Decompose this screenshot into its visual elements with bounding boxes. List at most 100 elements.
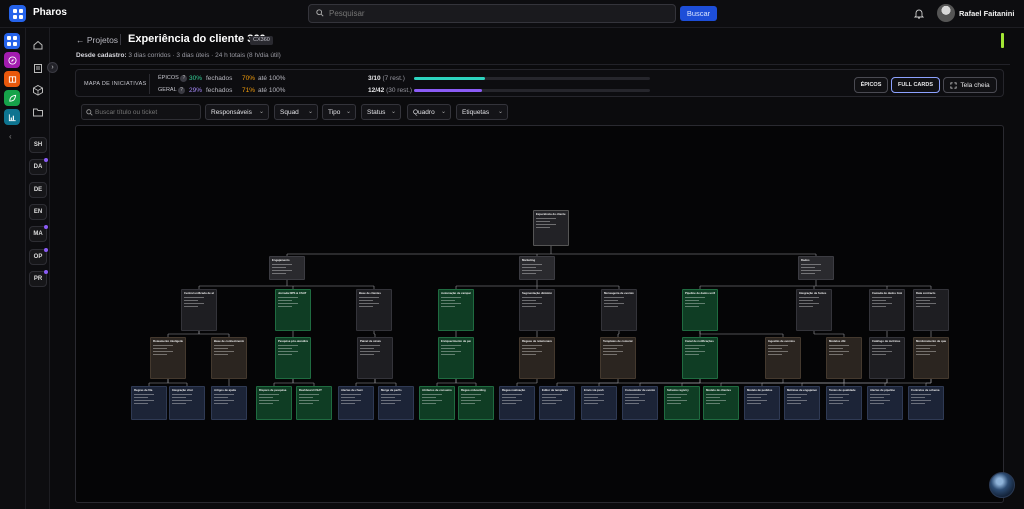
rail-app-leaf[interactable] [4, 90, 20, 106]
level3-node[interactable]: Ingestão de eventos [765, 337, 801, 379]
filter-dropdown-4[interactable]: Quadro ⌄ [407, 104, 451, 120]
level3-node[interactable]: Monitoramento de qualidade [913, 337, 949, 379]
node-detail-line [184, 297, 204, 299]
filter-dropdown-2[interactable]: Tipo ⌄ [322, 104, 356, 120]
initiatives-map[interactable]: Experiência do cliente 360 Engajamento Mar… [75, 125, 1004, 503]
level2-node[interactable]: Data contracts [913, 289, 949, 331]
node-title: Modelos dbt [829, 340, 846, 343]
level4-node[interactable]: Artigos de ajuda [211, 386, 247, 420]
user-name[interactable]: Rafael Faitanini [959, 9, 1014, 18]
level4-node[interactable]: Merge de perfis [378, 386, 414, 420]
level4-node[interactable]: Disparo de pesquisa [256, 386, 292, 420]
workspace-5[interactable]: OP [29, 247, 48, 265]
chevron-left-icon[interactable]: ‹ [9, 132, 12, 141]
node-title: Painel de sinais [360, 340, 381, 343]
level3-node[interactable]: Templates de comunicação [600, 337, 636, 379]
level4-node[interactable]: Envio via push [581, 386, 617, 420]
filter-dropdown-5[interactable]: Etiquetas ⌄ [456, 104, 508, 120]
geral-count: 12/42 (30 rest.) [368, 87, 412, 94]
workspace-2[interactable]: DE [29, 181, 47, 198]
root-node[interactable]: Experiência do cliente 360 [533, 210, 569, 246]
rail-app-compass[interactable] [4, 52, 20, 68]
level4-node[interactable]: Métricas de engajamento [784, 386, 820, 420]
filter-search[interactable] [81, 104, 201, 120]
dropdown-label: Etiquetas [462, 108, 490, 116]
level4-node[interactable]: Alertas de churn [338, 386, 374, 420]
filter-dropdown-3[interactable]: Status ⌄ [361, 104, 401, 120]
level3-node[interactable]: Réguas de relacionamento [519, 337, 555, 379]
level4-node[interactable]: Schema registry [664, 386, 700, 420]
node-detail-line [441, 351, 461, 353]
level4-node[interactable]: Contratos de schema [908, 386, 944, 420]
rail-app-grid[interactable] [4, 33, 20, 49]
node-detail-line [584, 394, 604, 396]
level3-node[interactable]: Base de conhecimento [211, 337, 247, 379]
folder-icon[interactable] [32, 106, 44, 118]
workspace-1[interactable]: DA [29, 158, 48, 176]
level2-node[interactable]: Pipeline de dados unificado [682, 289, 718, 331]
level1-node[interactable]: Engajamento [269, 256, 305, 280]
workspace-label: DA [33, 164, 43, 171]
level1-node[interactable]: Marketing [519, 256, 555, 280]
level3-node[interactable]: Modelos dbt [826, 337, 862, 379]
level3-node[interactable]: Canal de notificações [682, 337, 718, 379]
level4-node[interactable]: Regras de fila [131, 386, 167, 420]
fullscreen-button[interactable]: Tela cheia [943, 77, 997, 93]
level2-node[interactable]: Base de clientes [356, 289, 392, 331]
level4-node[interactable]: Régua reativação [499, 386, 535, 420]
level4-node[interactable]: Integração chat [169, 386, 205, 420]
breadcrumb-projects[interactable]: ← Projetos [76, 35, 118, 45]
level2-node[interactable]: Segmentação dinâmica [519, 289, 555, 331]
level2-node[interactable]: Automação de campanhas CRM [438, 289, 474, 331]
app-logo[interactable] [9, 5, 26, 22]
level3-node[interactable]: Catálogo de métricas [869, 337, 905, 379]
level4-node[interactable]: Modelo de pedidos [744, 386, 780, 420]
avatar[interactable] [937, 4, 955, 22]
level2-node[interactable]: Jornada NPS & CSAT [275, 289, 311, 331]
level2-node[interactable]: Mensageria de eventos [601, 289, 637, 331]
filter-dropdown-1[interactable]: Squad ⌄ [274, 104, 318, 120]
expand-sidebar-button[interactable]: › [47, 62, 58, 73]
filter-search-input[interactable] [95, 108, 195, 117]
search-button[interactable]: Buscar [680, 6, 717, 21]
level4-node[interactable]: Alertas de pipeline [867, 386, 903, 420]
level3-node[interactable]: Pesquisa pós-atendimento [275, 337, 311, 379]
level4-node[interactable]: Editor de templates [539, 386, 575, 420]
rail-app-book[interactable] [4, 71, 20, 87]
level4-node[interactable]: Dashboard CSAT [296, 386, 332, 420]
level4-node[interactable]: Testes de qualidade [826, 386, 862, 420]
bell-icon[interactable] [914, 8, 924, 19]
help-icon[interactable]: ? [177, 87, 185, 94]
filter-dropdown-0[interactable]: Responsáveis ⌄ [205, 104, 269, 120]
node-detail-line [916, 300, 930, 302]
node-detail-line [278, 345, 298, 347]
workspace-6[interactable]: PR [29, 269, 48, 287]
full-cards-button[interactable]: FULL CARDS [891, 77, 940, 93]
level4-node[interactable]: Atributos de consumo [419, 386, 455, 420]
workspace-4[interactable]: MA [29, 225, 48, 243]
level4-node[interactable]: Régua onboarding [458, 386, 494, 420]
level3-node[interactable]: Roteamento inteligente [150, 337, 186, 379]
node-detail-line [685, 345, 705, 347]
clipboard-icon[interactable] [32, 62, 44, 74]
level1-node[interactable]: Dados [798, 256, 834, 280]
workspace-0[interactable]: SH [29, 137, 47, 153]
level2-node[interactable]: Camada de dados Gold [869, 289, 905, 331]
search-input[interactable] [329, 7, 659, 20]
level4-node[interactable]: Modelo de clientes [703, 386, 739, 420]
level3-node[interactable]: Painel de sinais [357, 337, 393, 379]
help-icon[interactable]: ? [180, 75, 188, 82]
rail-app-chart[interactable] [4, 109, 20, 125]
level4-node[interactable]: Consumidor de eventos [622, 386, 658, 420]
node-title: Segmentação dinâmica [522, 292, 552, 295]
level3-node[interactable]: Enriquecimento de perfil [438, 337, 474, 379]
level2-node[interactable]: Central unificada de atendimento [181, 289, 217, 331]
assistant-orb[interactable] [989, 472, 1015, 498]
level2-node[interactable]: Integração de fontes [796, 289, 832, 331]
box-icon[interactable] [32, 84, 44, 96]
global-search[interactable] [308, 4, 676, 23]
epicos-view-button[interactable]: ÉPICOS [854, 77, 888, 93]
home-icon[interactable] [32, 39, 44, 51]
chevron-down-icon: ⌄ [497, 109, 503, 115]
workspace-3[interactable]: EN [29, 203, 47, 220]
